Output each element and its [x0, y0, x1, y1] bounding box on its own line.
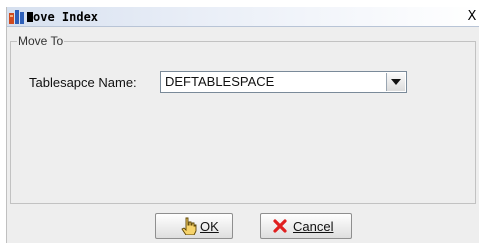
cancel-button[interactable]: Cancel: [260, 213, 352, 239]
ok-button[interactable]: OK: [155, 213, 233, 239]
tablespace-label: Tablesapce Name:: [29, 75, 137, 90]
title-bar: ove Index X: [7, 7, 479, 27]
move-index-dialog: ove Index X Move To Tablesapce Name: DEF…: [6, 7, 479, 243]
group-title: Move To: [17, 34, 65, 48]
red-x-icon: [273, 219, 287, 233]
dropdown-button[interactable]: [386, 73, 405, 91]
ok-label: OK: [200, 219, 219, 234]
close-button[interactable]: X: [464, 9, 479, 25]
hand-pointer-icon: [181, 217, 197, 235]
window-title: ove Index: [27, 9, 98, 25]
cancel-label: Cancel: [293, 219, 334, 234]
tablespace-value: DEFTABLESPACE: [165, 74, 275, 89]
tablespace-select[interactable]: DEFTABLESPACE: [160, 71, 407, 93]
chevron-down-icon: [391, 79, 401, 85]
database-icon: [9, 10, 24, 24]
move-to-group: [10, 41, 476, 204]
